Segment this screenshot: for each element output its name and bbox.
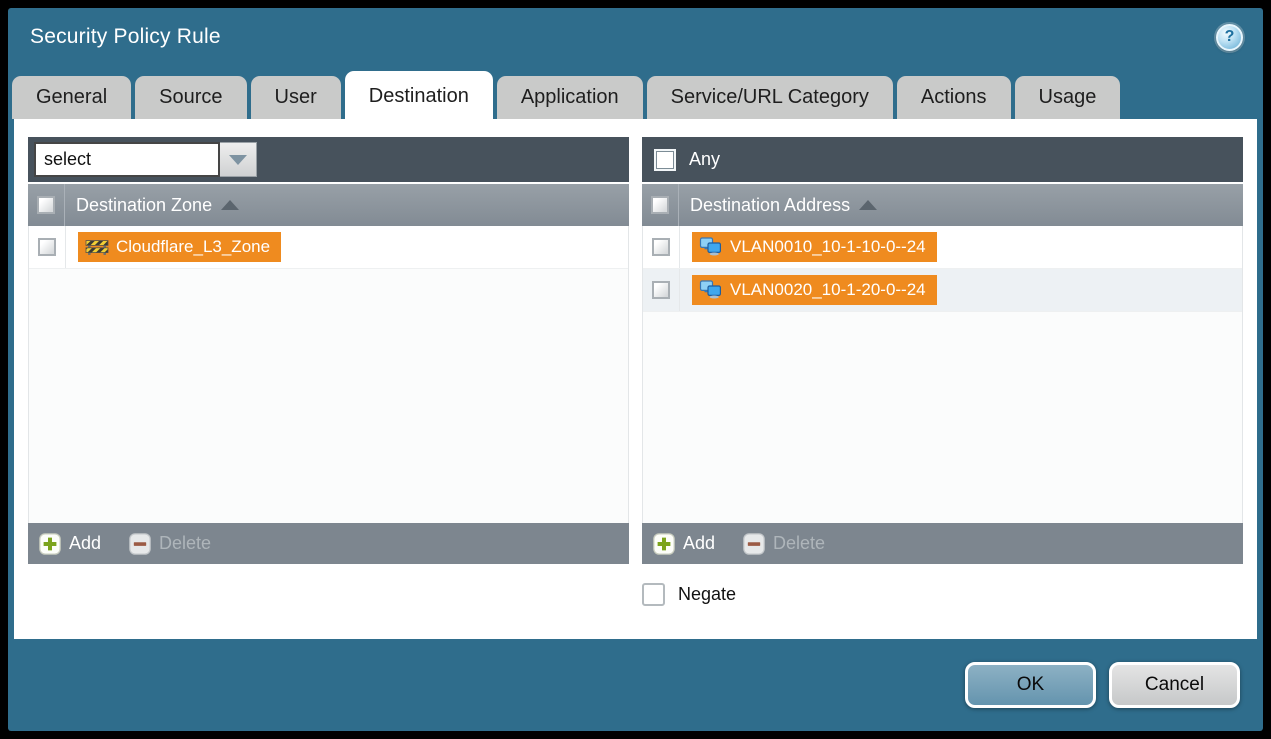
address-row-checkbox[interactable] [652,281,670,299]
negate-label: Negate [678,584,736,605]
zone-column-header-label[interactable]: Destination Zone [76,195,239,216]
tab-source[interactable]: Source [135,76,246,119]
zone-type-select[interactable]: select [34,142,257,177]
address-panel-footer: Add Delete [642,523,1243,564]
any-checkbox[interactable] [654,149,676,171]
delete-minus-icon [743,533,765,555]
add-plus-icon [653,533,675,555]
address-panel-toolbar: Any [642,137,1243,182]
help-icon[interactable]: ? [1216,24,1243,51]
address-entry-label: VLAN0010_10-1-10-0--24 [730,237,926,257]
address-add-button[interactable]: Add [653,533,715,555]
sort-ascending-icon [221,200,239,210]
address-entry[interactable]: VLAN0010_10-1-10-0--24 [692,232,937,262]
sort-ascending-icon [859,200,877,210]
add-plus-icon [39,533,61,555]
add-button-label: Add [683,533,715,554]
zone-delete-button[interactable]: Delete [129,533,211,555]
zone-barrier-icon [85,238,109,256]
chevron-down-icon [229,155,247,165]
zone-column-header: Destination Zone [28,182,629,226]
tab-application[interactable]: Application [497,76,643,119]
tab-general[interactable]: General [12,76,131,119]
negate-checkbox[interactable] [642,583,665,606]
address-entry[interactable]: VLAN0020_10-1-20-0--24 [692,275,937,305]
address-list: VLAN0010_10-1-10-0--24 [642,226,1243,523]
address-row-checkbox[interactable] [652,238,670,256]
cancel-button[interactable]: Cancel [1109,662,1240,708]
any-label: Any [689,149,720,170]
address-column-header: Destination Address [642,182,1243,226]
security-policy-rule-dialog: Security Policy Rule ? General Source Us… [8,8,1263,731]
zone-entry[interactable]: Cloudflare_L3_Zone [78,232,281,262]
network-address-icon [699,280,723,299]
zone-panel-toolbar: select [28,137,629,182]
table-row: VLAN0020_10-1-20-0--24 [643,269,1242,312]
tab-content-destination: select Destination Zone [14,119,1257,639]
tab-usage[interactable]: Usage [1015,76,1121,119]
tab-user[interactable]: User [251,76,341,119]
table-row: VLAN0010_10-1-10-0--24 [643,226,1242,269]
zone-type-select-value[interactable]: select [34,142,220,177]
delete-button-label: Delete [773,533,825,554]
tab-bar: General Source User Destination Applicat… [8,66,1263,119]
table-row: Cloudflare_L3_Zone [29,226,628,269]
zone-select-all-checkbox[interactable] [37,196,55,214]
zone-list: Cloudflare_L3_Zone [28,226,629,523]
zone-type-select-button[interactable] [220,142,257,177]
negate-row: Negate [642,583,1243,606]
delete-minus-icon [129,533,151,555]
zone-row-checkbox[interactable] [38,238,56,256]
add-button-label: Add [69,533,101,554]
address-column-header-label[interactable]: Destination Address [690,195,877,216]
address-delete-button[interactable]: Delete [743,533,825,555]
zone-panel-footer: Add Delete [28,523,629,564]
tab-actions[interactable]: Actions [897,76,1011,119]
dialog-titlebar: Security Policy Rule ? [8,8,1263,66]
zone-add-button[interactable]: Add [39,533,101,555]
destination-address-panel: Any Destination Address [642,137,1243,564]
address-select-all-checkbox[interactable] [651,196,669,214]
ok-button[interactable]: OK [965,662,1096,708]
network-address-icon [699,237,723,256]
zone-entry-label: Cloudflare_L3_Zone [116,237,270,257]
address-entry-label: VLAN0020_10-1-20-0--24 [730,280,926,300]
destination-zone-panel: select Destination Zone [28,137,629,564]
tab-service-url-category[interactable]: Service/URL Category [647,76,893,119]
delete-button-label: Delete [159,533,211,554]
dialog-title: Security Policy Rule [30,25,221,49]
dialog-footer: OK Cancel [8,639,1263,731]
tab-destination[interactable]: Destination [345,71,493,119]
